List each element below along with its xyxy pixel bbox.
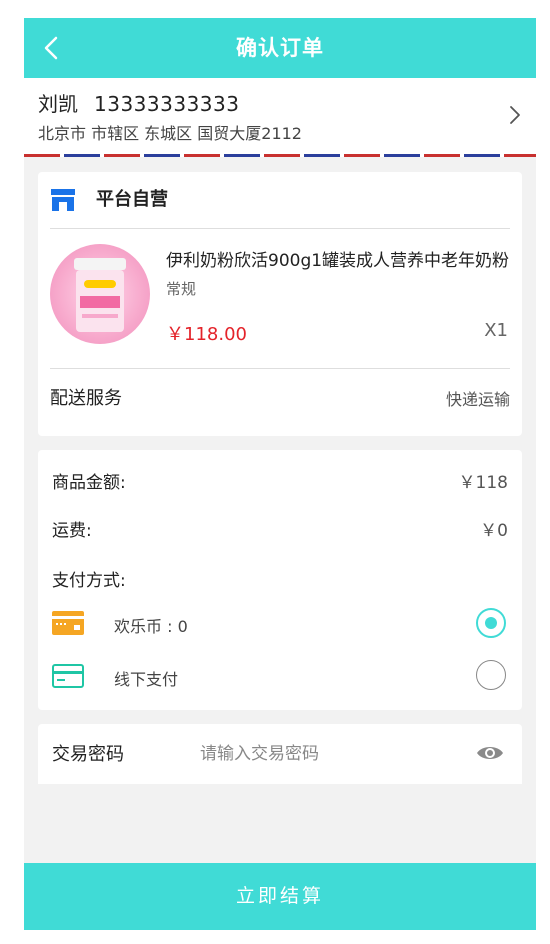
password-card: 交易密码 [38, 724, 522, 784]
delivery-value: 快递运输 [445, 390, 510, 409]
address-divider-stripe [24, 154, 536, 157]
chevron-right-icon [510, 106, 520, 124]
product-spec: 常规 [166, 280, 197, 298]
store-card: 平台自营 伊利奶粉欣活900g1罐装成人营养中老年奶粉 常规 ￥118.00 X… [38, 172, 522, 436]
amount-label: 商品金额: [52, 473, 126, 493]
recipient: 刘凯 13333333333 [38, 88, 239, 117]
wallet-card-icon [52, 611, 84, 635]
divider [50, 228, 510, 229]
eye-icon[interactable] [476, 744, 504, 762]
shipping-address[interactable]: 刘凯 13333333333 北京市 市辖区 东城区 国贸大厦2112 [24, 78, 536, 156]
payment-option-label: 欢乐币 : 0 [114, 617, 188, 636]
address-detail: 北京市 市辖区 东城区 国贸大厦2112 [38, 124, 302, 143]
recipient-phone: 13333333333 [94, 92, 240, 116]
password-label: 交易密码 [52, 744, 124, 765]
payment-radio-offline[interactable] [476, 660, 506, 690]
milk-can-icon [74, 258, 126, 332]
top-bar: 确认订单 [24, 18, 536, 78]
order-summary-card: 商品金额: ￥118 运费: ￥0 支付方式: 欢乐币 : 0 线下支付 [38, 450, 522, 710]
product-title[interactable]: 伊利奶粉欣活900g1罐装成人营养中老年奶粉 [166, 246, 512, 271]
payment-radio-coin[interactable] [476, 608, 506, 638]
app-screen: 确认订单 刘凯 13333333333 北京市 市辖区 东城区 国贸大厦2112 … [24, 18, 536, 930]
divider [50, 368, 510, 369]
product-price: ￥118.00 [166, 324, 247, 345]
bank-card-icon [52, 664, 84, 688]
checkout-button[interactable]: 立即结算 [24, 863, 536, 930]
amount-value: ￥118 [458, 473, 508, 493]
password-input[interactable] [198, 736, 462, 772]
product-quantity: X1 [484, 320, 508, 341]
freight-value: ￥0 [480, 521, 508, 541]
store-name: 平台自营 [96, 189, 168, 210]
product-image[interactable] [50, 244, 150, 344]
payment-option-label: 线下支付 [114, 670, 179, 689]
payment-method-label: 支付方式: [52, 571, 126, 591]
freight-label: 运费: [52, 521, 92, 541]
recipient-name: 刘凯 [38, 92, 78, 116]
delivery-label: 配送服务 [50, 388, 122, 409]
page-title: 确认订单 [236, 36, 324, 60]
store-icon [51, 189, 75, 211]
